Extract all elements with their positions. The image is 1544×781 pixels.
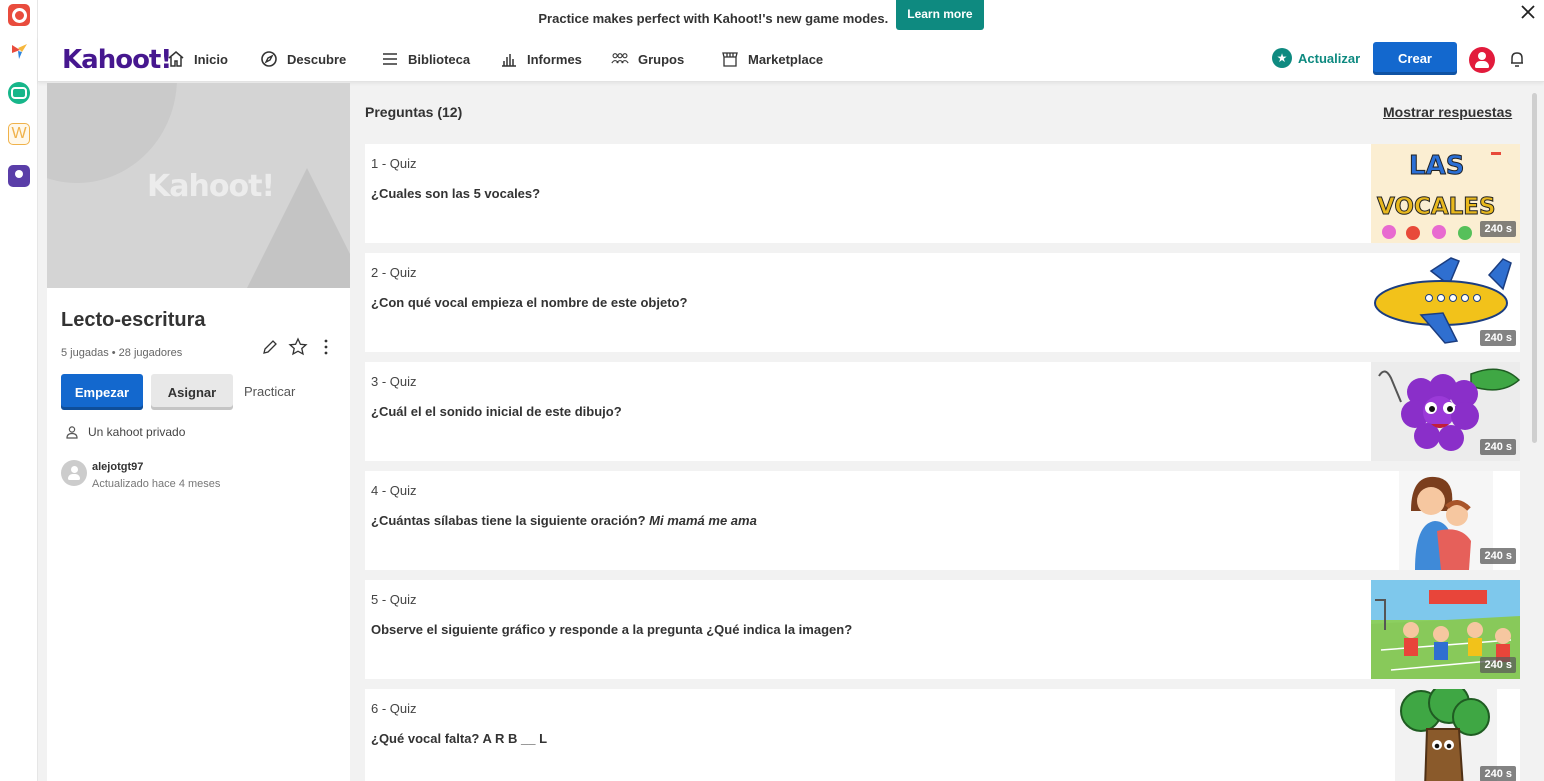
tree-image: 240 s — [1371, 689, 1520, 781]
banner-text: Practice makes perfect with Kahoot!'s ne… — [538, 10, 889, 26]
question-text-italic: Mi mamá me ama — [649, 513, 757, 528]
kahoot-details-panel: Kahoot! Lecto-escritura 5 jugadas • 28 j… — [47, 83, 350, 781]
question-card-2[interactable]: 2 - Quiz ¿Con qué vocal empieza el nombr… — [365, 253, 1520, 352]
question-card-4[interactable]: 4 - Quiz ¿Cuántas sílabas tiene la sigui… — [365, 471, 1520, 570]
nav-item-informes[interactable]: Informes — [500, 48, 582, 70]
create-button[interactable]: Crear — [1373, 42, 1457, 75]
learn-more-button[interactable]: Learn more — [896, 0, 984, 30]
person-icon — [66, 426, 78, 439]
nav-item-biblioteca[interactable]: Biblioteca — [381, 48, 470, 70]
time-badge: 240 s — [1480, 221, 1516, 237]
upgrade-button[interactable]: ★ Actualizar — [1272, 48, 1360, 68]
author-updated: Actualizado hace 4 meses — [92, 478, 221, 490]
author-avatar[interactable] — [61, 460, 87, 486]
close-icon[interactable] — [1518, 2, 1538, 22]
top-nav: Kahoot! Inicio Descubre Biblioteca Infor… — [38, 36, 1544, 82]
cover-image: Kahoot! — [47, 83, 350, 288]
kids-playground-image: 240 s — [1371, 580, 1520, 679]
upgrade-label: Actualizar — [1298, 50, 1361, 66]
visibility-label: Un kahoot privado — [88, 425, 186, 439]
bell-icon[interactable] — [1507, 49, 1527, 69]
mother-child-image: 240 s — [1371, 471, 1520, 570]
svg-text:VOCALES: VOCALES — [1377, 194, 1496, 220]
scrollbar[interactable] — [1532, 93, 1537, 443]
question-number: 1 - Quiz — [371, 156, 417, 171]
app-icon-2[interactable] — [8, 40, 30, 62]
list-icon — [383, 53, 397, 65]
time-badge: 240 s — [1480, 657, 1516, 673]
question-text: ¿Con qué vocal empieza el nombre de este… — [371, 295, 688, 310]
star-icon: ★ — [1272, 48, 1292, 68]
question-card-6[interactable]: 6 - Quiz ¿Qué vocal falta? A R B __ L 24… — [365, 689, 1520, 781]
question-number: 6 - Quiz — [371, 701, 417, 716]
app-icon-5[interactable] — [8, 165, 30, 187]
compass-icon — [261, 51, 277, 67]
nav-label-inicio: Inicio — [194, 51, 228, 67]
show-answers-button[interactable]: Mostrar respuestas — [1383, 104, 1512, 120]
grapes-image: 240 s — [1371, 362, 1520, 461]
nav-item-grupos[interactable]: Grupos — [611, 48, 684, 70]
star-outline-icon[interactable] — [288, 337, 308, 357]
kahoot-title: Lecto-escritura — [61, 309, 206, 331]
promo-banner: Practice makes perfect with Kahoot!'s ne… — [38, 0, 1544, 36]
question-text: ¿Cuál el el sonido inicial de este dibuj… — [371, 404, 622, 419]
time-badge: 240 s — [1480, 548, 1516, 564]
question-number: 2 - Quiz — [371, 265, 417, 280]
airplane-image: 240 s — [1371, 253, 1520, 352]
question-text: Observe el siguiente gráfico y responde … — [371, 622, 853, 637]
app-icon-1[interactable] — [8, 4, 30, 26]
more-options-icon[interactable] — [316, 337, 336, 357]
home-icon — [168, 51, 184, 67]
pencil-icon[interactable] — [260, 337, 280, 357]
time-badge: 240 s — [1480, 766, 1516, 781]
app-icon-4[interactable]: W — [8, 123, 30, 145]
user-avatar[interactable] — [1469, 47, 1495, 73]
question-text: ¿Cuales son las 5 vocales? — [371, 186, 541, 201]
nav-label-biblioteca: Biblioteca — [408, 51, 471, 67]
question-text: ¿Qué vocal falta? A R B __ L — [371, 731, 548, 746]
visibility-info: Un kahoot privado — [65, 425, 185, 439]
group-icon — [611, 53, 629, 64]
app-icon-3[interactable] — [8, 82, 30, 104]
question-card-1[interactable]: 1 - Quiz ¿Cuales son las 5 vocales? LAS … — [365, 144, 1520, 243]
nav-label-descubre: Descubre — [287, 51, 347, 67]
nav-item-inicio[interactable]: Inicio — [167, 48, 228, 70]
question-number: 3 - Quiz — [371, 374, 417, 389]
question-card-3[interactable]: 3 - Quiz ¿Cuál el el sonido inicial de e… — [365, 362, 1520, 461]
start-button[interactable]: Empezar — [61, 374, 143, 410]
svg-text:LAS: LAS — [1409, 151, 1464, 181]
bar-chart-icon — [502, 54, 516, 67]
question-card-5[interactable]: 5 - Quiz Observe el siguiente gráfico y … — [365, 580, 1520, 679]
kahoot-logo[interactable]: Kahoot! — [62, 45, 172, 75]
nav-label-marketplace: Marketplace — [748, 51, 824, 67]
vocales-image: LAS VOCALES 240 s — [1371, 144, 1520, 243]
question-text-main: ¿Cuántas sílabas tiene la siguiente orac… — [371, 513, 646, 528]
time-badge: 240 s — [1480, 330, 1516, 346]
nav-label-informes: Informes — [527, 51, 582, 67]
kahoot-actions — [260, 337, 336, 357]
question-number: 5 - Quiz — [371, 592, 417, 607]
nav-label-grupos: Grupos — [638, 51, 685, 67]
cover-circle — [47, 83, 177, 183]
assign-button[interactable]: Asignar — [151, 374, 233, 410]
time-badge: 240 s — [1480, 439, 1516, 455]
cover-logo: Kahoot! — [147, 169, 275, 204]
nav-item-descubre[interactable]: Descubre — [260, 48, 346, 70]
app-strip: W — [0, 0, 38, 781]
question-number: 4 - Quiz — [371, 483, 417, 498]
question-text: ¿Cuántas sílabas tiene la siguiente orac… — [371, 513, 757, 528]
questions-header: Preguntas (12) — [365, 104, 463, 120]
nav-item-marketplace[interactable]: Marketplace — [721, 48, 823, 70]
author-name[interactable]: alejotgt97 — [92, 461, 143, 473]
kahoot-meta: 5 jugadas • 28 jugadores — [61, 347, 183, 359]
practice-button[interactable]: Practicar — [244, 384, 295, 399]
store-icon — [722, 52, 738, 67]
